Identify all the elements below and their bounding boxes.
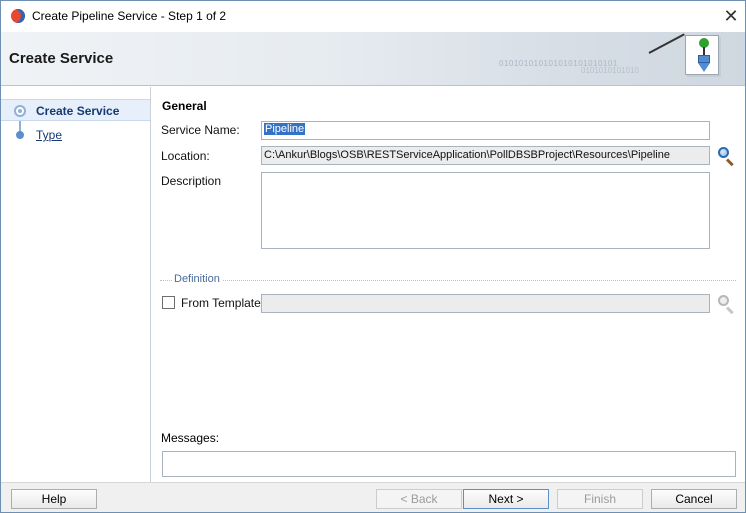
app-icon xyxy=(11,9,25,23)
banner-binary-decoration-2: 0101010101010 xyxy=(581,66,639,75)
step-type[interactable]: Type xyxy=(1,124,150,146)
step-label: Create Service xyxy=(36,104,120,118)
browse-template-icon xyxy=(716,294,736,315)
from-template-checkbox[interactable] xyxy=(162,296,175,309)
service-name-value: Pipeline xyxy=(264,123,306,135)
step-active-icon xyxy=(14,105,26,117)
messages-label: Messages: xyxy=(161,431,220,445)
wand-decoration xyxy=(648,33,685,54)
from-template-label[interactable]: From Template xyxy=(181,296,261,310)
banner-title: Create Service xyxy=(9,50,114,67)
definition-divider xyxy=(160,280,736,281)
finish-button[interactable]: Finish xyxy=(557,489,643,509)
description-textarea[interactable] xyxy=(261,172,710,249)
browse-location-icon[interactable] xyxy=(716,146,736,167)
form-panel: General Service Name: Pipeline Location:… xyxy=(152,87,745,482)
template-input xyxy=(261,294,710,313)
definition-title: Definition xyxy=(172,273,222,285)
window-title: Create Pipeline Service - Step 1 of 2 xyxy=(32,9,227,23)
section-title-general: General xyxy=(162,99,207,113)
step-bullet-icon xyxy=(16,131,24,139)
steps-panel: Create Service Type xyxy=(1,87,151,482)
next-button[interactable]: Next > xyxy=(463,489,549,509)
step-label: Type xyxy=(36,128,63,142)
wizard-banner: Create Service 010101010101010101010101 … xyxy=(1,32,745,86)
wizard-flow-icon xyxy=(685,35,719,75)
dialog-window: Create Pipeline Service - Step 1 of 2 ✕ … xyxy=(0,0,746,513)
help-button[interactable]: Help xyxy=(11,489,97,509)
messages-box xyxy=(162,451,736,477)
location-input[interactable]: C:\Ankur\Blogs\OSB\RESTServiceApplicatio… xyxy=(261,146,710,165)
description-label: Description xyxy=(161,174,222,188)
service-name-label: Service Name: xyxy=(161,123,240,137)
step-create-service[interactable]: Create Service xyxy=(1,99,150,121)
button-bar: Help < Back Next > Finish Cancel xyxy=(1,482,745,512)
service-name-input[interactable]: Pipeline xyxy=(261,121,710,140)
location-label: Location: xyxy=(161,149,210,163)
cancel-button[interactable]: Cancel xyxy=(651,489,737,509)
back-button[interactable]: < Back xyxy=(376,489,462,509)
title-bar: Create Pipeline Service - Step 1 of 2 ✕ xyxy=(1,1,745,32)
close-icon[interactable]: ✕ xyxy=(719,5,743,27)
